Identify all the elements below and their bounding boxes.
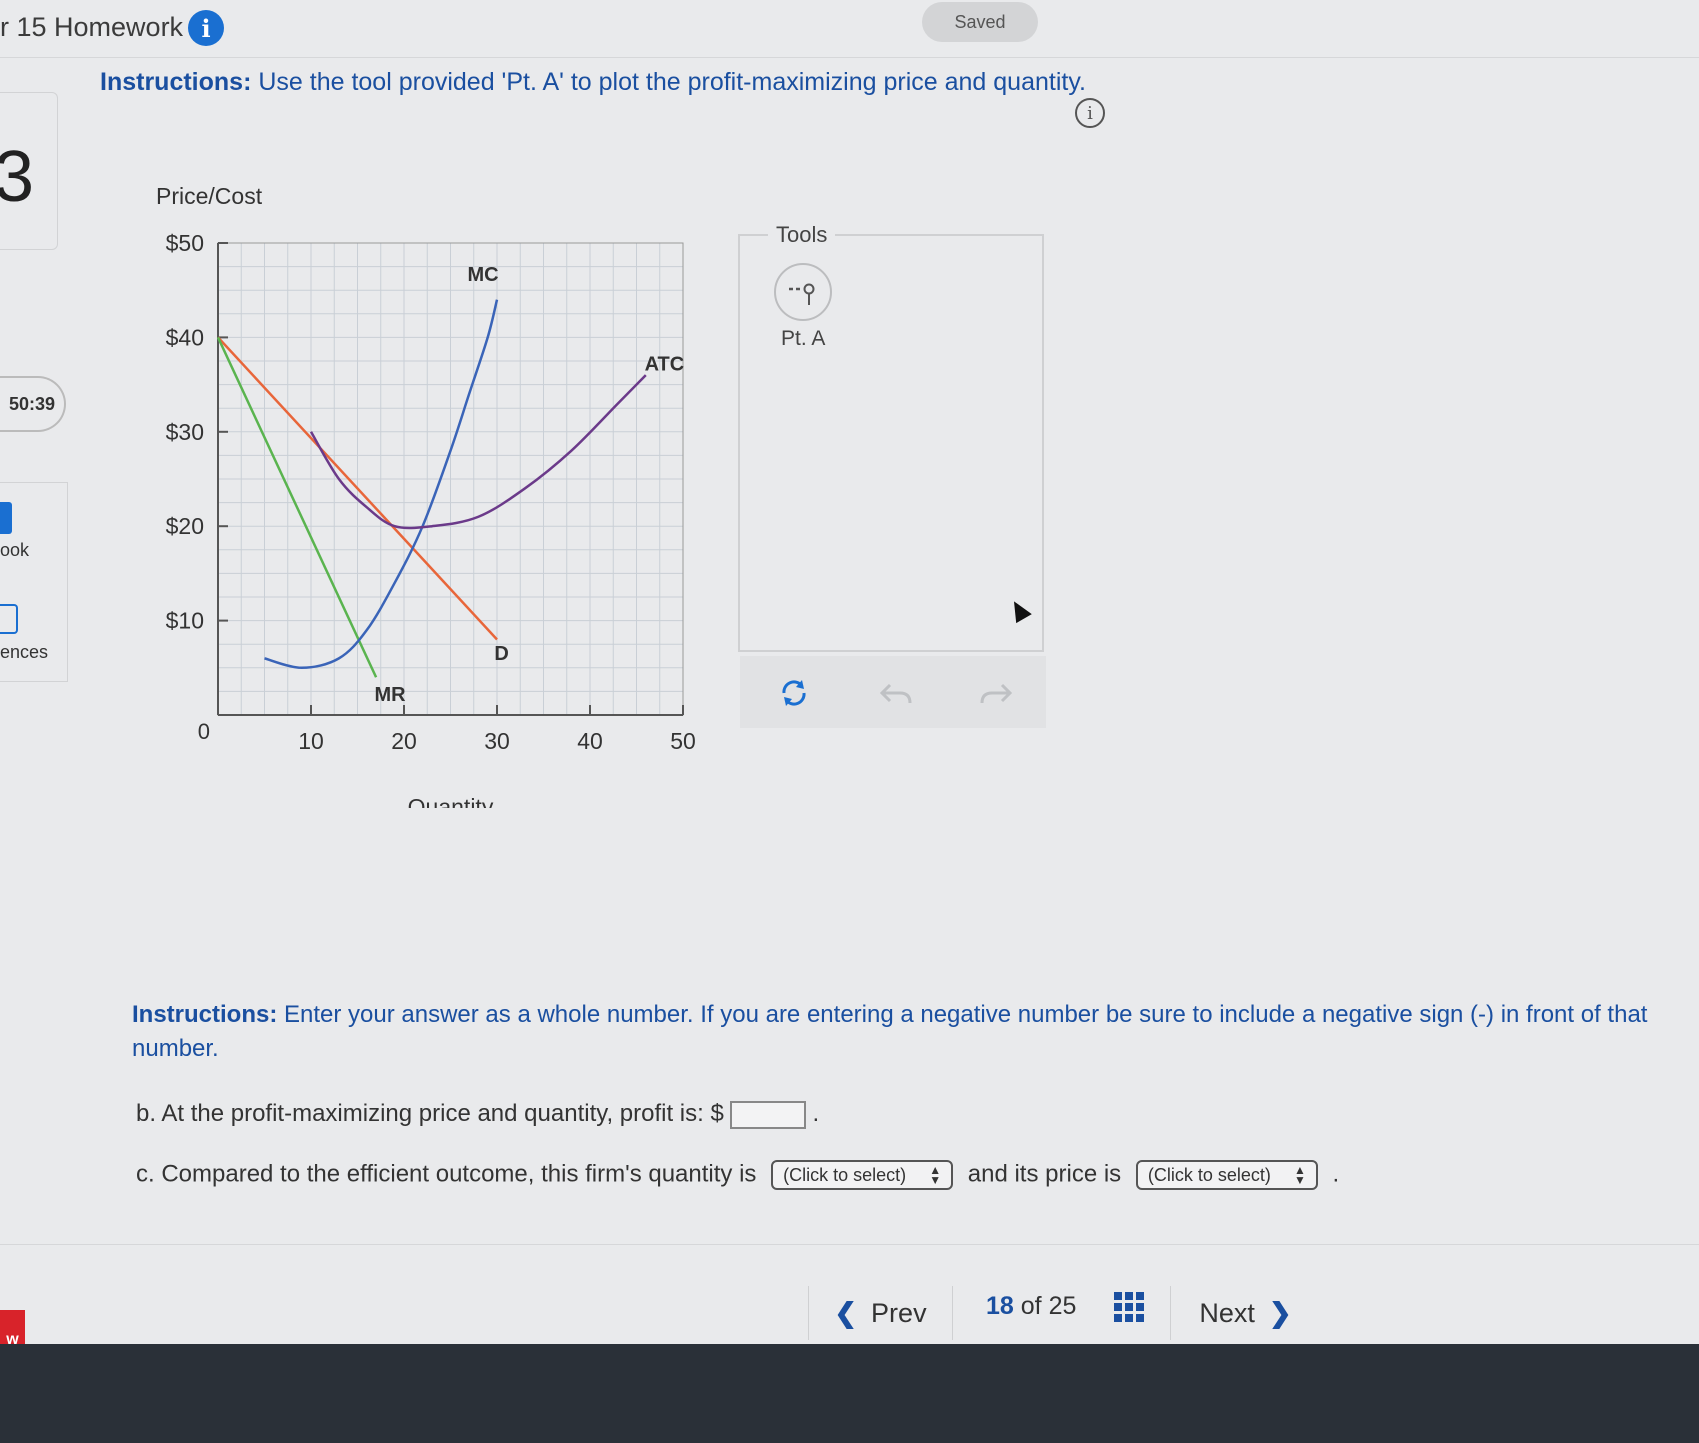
page-indicator: 18 of 25	[986, 1292, 1077, 1320]
saved-badge: Saved	[922, 2, 1038, 42]
point-tool-button[interactable]	[774, 263, 832, 321]
instructions-plot: Instructions: Use the tool provided 'Pt.…	[100, 68, 1086, 96]
timer[interactable]: 50:39	[0, 376, 66, 432]
x-tick-label: 20	[391, 728, 417, 754]
y-tick-label: $20	[166, 513, 204, 539]
ebook-icon[interactable]	[0, 502, 12, 534]
curve-label-d: D	[494, 643, 508, 665]
y-tick-label: $10	[166, 608, 204, 634]
x-tick-label: 10	[298, 728, 324, 754]
x-axis-title: Quantity	[408, 794, 494, 808]
question-grid-icon[interactable]	[1114, 1292, 1144, 1322]
top-bar	[0, 0, 1699, 58]
info-circle-icon[interactable]: i	[1075, 98, 1105, 128]
y-tick-label: $50	[166, 230, 204, 256]
question-b: b. At the profit-maximizing price and qu…	[136, 1100, 820, 1129]
refresh-icon[interactable]	[776, 675, 812, 711]
curve-label-mr: MR	[374, 684, 406, 706]
redo-icon[interactable]	[978, 675, 1014, 711]
curve-atc	[309, 374, 647, 530]
curve-label-mc: MC	[467, 264, 498, 286]
select-arrows-icon: ▲ ▼	[1293, 1163, 1306, 1187]
info-icon[interactable]: i	[188, 10, 224, 46]
y-axis-title: Price/Cost	[156, 183, 263, 209]
select-arrows-icon: ▲ ▼	[929, 1163, 942, 1187]
x-tick-label: 40	[577, 728, 603, 754]
chevron-left-icon: ❮	[834, 1297, 858, 1328]
instructions-answer: Instructions: Enter your answer as a who…	[132, 1001, 1648, 1062]
x-tick-label: 50	[670, 728, 696, 754]
economics-chart[interactable]: $50 $40 $30 $20 $10 10 20 30 40 50 0 Price/Cost Quan…	[140, 168, 720, 808]
ebook-label[interactable]: ook	[0, 540, 29, 561]
question-number: 3	[0, 137, 35, 217]
next-button[interactable]: Next ❯	[1170, 1286, 1320, 1340]
chart-axes: $50 $40 $30 $20 $10 10 20 30 40 50 0 Price/Cost Quan…	[156, 183, 696, 808]
origin-label: 0	[198, 719, 210, 744]
point-tool-label: Pt. A	[781, 327, 826, 350]
question-c: c. Compared to the efficient outcome, th…	[136, 1160, 1339, 1190]
chevron-right-icon: ❯	[1268, 1297, 1292, 1328]
profit-input[interactable]	[729, 1100, 806, 1129]
price-select[interactable]: (Click to select) ▲ ▼	[1135, 1160, 1318, 1190]
screen-bezel	[0, 1344, 1699, 1443]
curve-label-atc: ATC	[645, 353, 685, 375]
page-title: r 15 Homework	[0, 12, 184, 42]
undo-icon[interactable]	[878, 675, 914, 711]
point-tool-icon	[789, 283, 815, 305]
prev-button[interactable]: ❮ Prev	[808, 1286, 953, 1340]
chart-grid	[217, 242, 684, 716]
y-tick-label: $30	[166, 419, 204, 445]
x-tick-label: 30	[484, 728, 510, 754]
references-label[interactable]: ences	[0, 642, 48, 663]
y-tick-label: $40	[166, 324, 204, 350]
quantity-select[interactable]: (Click to select) ▲ ▼	[771, 1160, 954, 1190]
references-icon[interactable]	[0, 604, 18, 634]
tools-title: Tools	[768, 222, 836, 248]
